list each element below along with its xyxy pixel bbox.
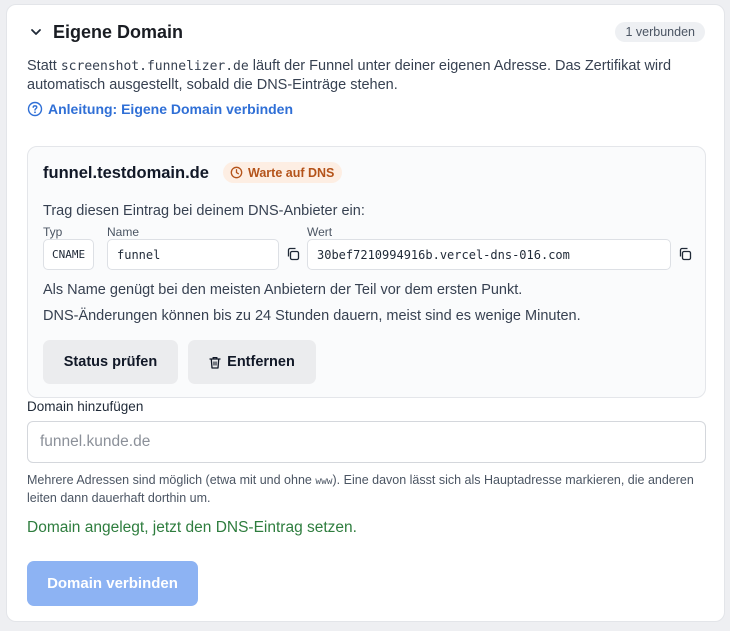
section-description: Statt screenshot.funnelizer.de läuft der… <box>27 58 672 93</box>
record-value-field[interactable]: 30bef7210994916b.vercel-dns-016.com <box>307 239 671 270</box>
domain-name: funnel.testdomain.de <box>43 164 209 182</box>
section-title: Eigene Domain <box>53 21 184 42</box>
column-type-label: Typ <box>43 225 63 239</box>
status-badge: Warte auf DNS <box>223 162 343 183</box>
custom-domain-card: Eigene Domain 1 verbunden Statt screensh… <box>6 4 725 622</box>
chevron-down-icon[interactable] <box>29 25 43 39</box>
propagation-hint: DNS-Änderungen können bis zu 24 Stunden … <box>43 308 581 324</box>
connected-count-badge: 1 verbunden <box>615 22 705 42</box>
status-label: Warte auf DNS <box>248 165 335 180</box>
copy-icon[interactable] <box>286 247 300 261</box>
copy-icon[interactable] <box>678 247 692 261</box>
guide-link-label: Anleitung: Eigene Domain verbinden <box>48 101 294 117</box>
domain-entry: funnel.testdomain.de Warte auf DNS Trag … <box>27 146 706 398</box>
add-domain-help: Mehrere Adressen sind möglich (etwa mit … <box>27 473 694 505</box>
www-code: www <box>315 476 333 487</box>
add-domain-input[interactable] <box>27 421 706 463</box>
clock-icon <box>230 166 243 179</box>
section-header[interactable]: Eigene Domain 1 verbunden <box>29 20 705 44</box>
name-hint: Als Name genügt bei den meisten Anbieter… <box>43 282 523 298</box>
trash-icon <box>209 356 221 369</box>
column-value-label: Wert <box>307 225 333 239</box>
add-domain-label: Domain hinzufügen <box>27 399 144 414</box>
guide-link[interactable]: Anleitung: Eigene Domain verbinden <box>27 101 293 117</box>
success-message: Domain angelegt, jetzt den DNS-Eintrag s… <box>27 519 357 536</box>
help-circle-icon <box>27 101 43 117</box>
connect-domain-button[interactable]: Domain verbinden <box>27 561 198 606</box>
remove-button-label: Entfernen <box>227 354 295 370</box>
record-type-field[interactable]: CNAME <box>43 239 94 270</box>
record-name-field[interactable]: funnel <box>107 239 279 270</box>
check-status-button[interactable]: Status prüfen <box>43 340 178 384</box>
dns-instruction: Trag diesen Eintrag bei deinem DNS-Anbie… <box>43 203 365 219</box>
default-domain-code: screenshot.funnelizer.de <box>60 59 249 74</box>
column-name-label: Name <box>107 225 140 239</box>
remove-domain-button[interactable]: Entfernen <box>188 340 316 384</box>
